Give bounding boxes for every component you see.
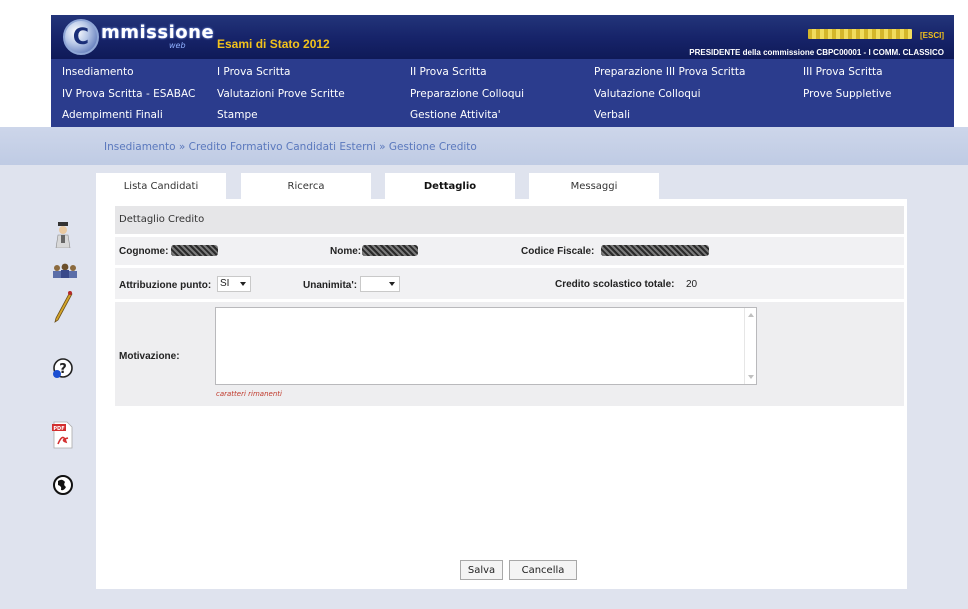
menu-item-insediamento[interactable]: Insediamento (62, 66, 134, 78)
credit-row: Attribuzione punto: SI Unanimita': Credi… (115, 268, 904, 299)
menu-item-stampe[interactable]: Stampe (217, 109, 258, 121)
unanimita-select[interactable] (360, 276, 400, 292)
help-icon[interactable]: ? (52, 357, 74, 381)
professor-icon[interactable] (52, 222, 74, 249)
scroll-down-icon (748, 375, 754, 379)
attribuzione-select-value: SI (220, 278, 230, 289)
tab-ricerca[interactable]: Ricerca (241, 173, 371, 199)
menu-item-valutazioni-prove-scritte[interactable]: Valutazioni Prove Scritte (217, 88, 345, 100)
user-name-redacted (807, 28, 912, 39)
menu-item-verbali[interactable]: Verbali (594, 109, 630, 121)
chevron-down-icon (240, 282, 246, 286)
codice-fiscale-value-redacted (601, 245, 709, 256)
main-menu: Insediamento I Prova Scritta II Prova Sc… (51, 59, 954, 127)
pen-icon[interactable] (52, 290, 74, 323)
motivazione-label: Motivazione: (119, 351, 180, 362)
chevron-down-icon (389, 282, 395, 286)
logo-c-icon: C (63, 19, 99, 55)
save-button[interactable]: Salva (460, 560, 503, 580)
menu-item-preparazione-iii-prova[interactable]: Preparazione III Prova Scritta (594, 66, 745, 78)
menu-item-iii-prova-scritta[interactable]: III Prova Scritta (803, 66, 883, 78)
pdf-icon[interactable]: PDF (52, 420, 74, 449)
logout-link[interactable]: [ESCI] (920, 31, 944, 40)
attribuzione-select[interactable]: SI (217, 276, 251, 292)
menu-item-gestione-attivita[interactable]: Gestione Attivita' (410, 109, 501, 121)
cognome-label: Cognome: (119, 246, 169, 257)
globe-icon[interactable] (52, 474, 74, 498)
logo-sub: web (169, 41, 186, 50)
section-title: Dettaglio Credito (115, 206, 904, 234)
user-block: [ESCI] PRESIDENTE della commissione CBPC… (689, 23, 944, 57)
menu-item-prove-suppletive[interactable]: Prove Suppletive (803, 88, 891, 100)
scroll-up-icon (748, 313, 754, 317)
menu-item-valutazione-colloqui[interactable]: Valutazione Colloqui (594, 88, 700, 100)
exam-title: Esami di Stato 2012 (217, 37, 330, 51)
attribuzione-label: Attribuzione punto: (119, 280, 212, 291)
breadcrumb-band: Insediamento » Credito Formativo Candida… (0, 127, 968, 165)
credito-value: 20 (686, 279, 698, 290)
codice-fiscale-label: Codice Fiscale: (521, 246, 595, 257)
nome-label: Nome: (330, 246, 362, 257)
logo-text: mmissione (101, 21, 215, 43)
identity-row: Cognome: Nome: Codice Fiscale: (115, 237, 904, 265)
motivazione-textarea[interactable] (215, 307, 757, 385)
menu-item-iv-prova-esabac[interactable]: IV Prova Scritta - ESABAC (62, 88, 195, 100)
svg-text:PDF: PDF (53, 426, 64, 432)
menu-item-adempimenti-finali[interactable]: Adempimenti Finali (62, 109, 163, 121)
menu-item-i-prova-scritta[interactable]: I Prova Scritta (217, 66, 290, 78)
menu-item-ii-prova-scritta[interactable]: II Prova Scritta (410, 66, 487, 78)
app-logo[interactable]: C mmissione (63, 18, 214, 56)
unanimita-label: Unanimita': (303, 280, 358, 291)
app-header: C mmissione web Esami di Stato 2012 [ESC… (51, 15, 954, 59)
remaining-characters: caratteri rimanenti (216, 390, 282, 398)
menu-item-preparazione-colloqui[interactable]: Preparazione Colloqui (410, 88, 524, 100)
user-role: PRESIDENTE della commissione CBPC00001 -… (689, 48, 944, 57)
tab-lista-candidati[interactable]: Lista Candidati (96, 173, 226, 199)
breadcrumb[interactable]: Insediamento » Credito Formativo Candida… (104, 141, 477, 153)
cancel-button[interactable]: Cancella (509, 560, 577, 580)
nome-value-redacted (362, 245, 418, 256)
credito-label: Credito scolastico totale: (555, 279, 675, 290)
tab-dettaglio[interactable]: Dettaglio (385, 173, 515, 199)
commission-icon[interactable] (52, 262, 78, 286)
cognome-value-redacted (171, 245, 218, 256)
tab-messaggi[interactable]: Messaggi (529, 173, 659, 199)
textarea-scrollbar[interactable] (744, 308, 756, 384)
